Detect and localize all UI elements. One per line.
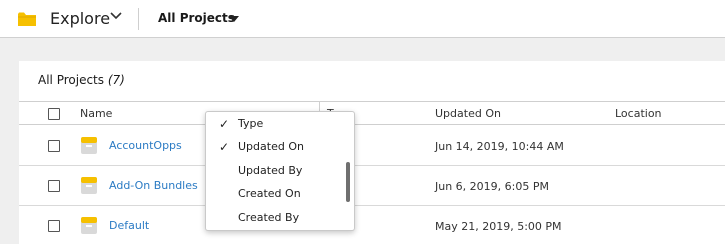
check-icon: ✓: [219, 117, 230, 131]
menu-item-updated-by[interactable]: Updated By: [206, 159, 344, 183]
caret-down-icon[interactable]: [229, 16, 239, 22]
row-checkbox[interactable]: [48, 140, 60, 152]
menu-item-type[interactable]: ✓ Type: [206, 112, 344, 136]
project-updated-on: May 21, 2019, 5:00 PM: [435, 220, 562, 233]
menu-item-label: Updated On: [238, 140, 304, 153]
menu-scrollbar[interactable]: [346, 162, 350, 202]
column-header-name[interactable]: Name: [80, 107, 112, 120]
project-count: (7): [107, 73, 125, 87]
top-bar: Explore All Projects: [0, 0, 725, 38]
project-icon: [81, 137, 97, 154]
toolbar-divider: [138, 8, 139, 30]
column-chooser-menu: ✓ Type ✓ Updated On Updated By Created O…: [205, 111, 355, 231]
menu-item-label: Created On: [238, 187, 301, 200]
table-header: Name T Updated On Location: [19, 101, 725, 126]
column-header-updated-on[interactable]: Updated On: [435, 107, 501, 120]
project-updated-on: Jun 14, 2019, 10:44 AM: [435, 140, 564, 153]
row-checkbox[interactable]: [48, 220, 60, 232]
menu-item-updated-on[interactable]: ✓ Updated On: [206, 135, 344, 159]
row-checkbox[interactable]: [48, 180, 60, 192]
panel-title-text: All Projects: [38, 73, 104, 87]
project-name-link[interactable]: Default: [109, 219, 149, 232]
project-name-link[interactable]: Add-On Bundles: [109, 179, 198, 192]
menu-item-created-on[interactable]: Created On: [206, 182, 344, 206]
explore-label[interactable]: Explore: [50, 9, 110, 28]
select-all-checkbox[interactable]: [48, 108, 60, 120]
panel-title: All Projects (7): [38, 73, 125, 87]
all-projects-dropdown[interactable]: All Projects: [158, 11, 235, 25]
project-updated-on: Jun 6, 2019, 6:05 PM: [435, 180, 549, 193]
project-name-link[interactable]: AccountOpps: [109, 139, 182, 152]
project-icon: [81, 217, 97, 234]
projects-panel: All Projects (7) Name T Updated On Locat…: [19, 61, 725, 244]
menu-item-label: Updated By: [238, 164, 303, 177]
project-icon: [81, 177, 97, 194]
chevron-down-icon[interactable]: [110, 12, 122, 20]
menu-item-label: Created By: [238, 211, 300, 224]
column-header-location[interactable]: Location: [615, 107, 662, 120]
menu-item-created-by[interactable]: Created By: [206, 206, 344, 230]
table-row[interactable]: AccountOpps ect Jun 14, 2019, 10:44 AM: [19, 126, 725, 166]
folder-icon: [18, 12, 36, 26]
menu-item-label: Type: [238, 117, 264, 130]
table-row[interactable]: Add-On Bundles ect Jun 6, 2019, 6:05 PM: [19, 166, 725, 206]
table-row[interactable]: Default ect May 21, 2019, 5:00 PM: [19, 206, 725, 244]
check-icon: ✓: [219, 140, 230, 154]
